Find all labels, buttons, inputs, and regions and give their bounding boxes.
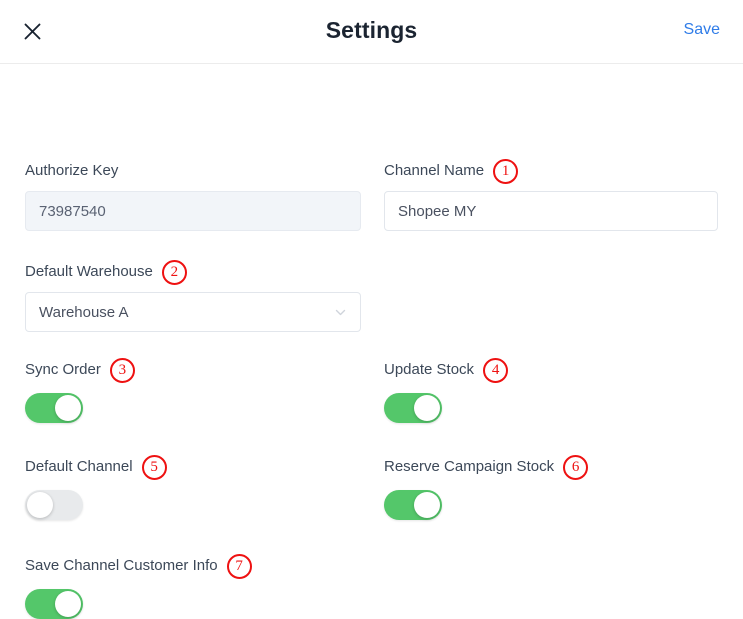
reserve-campaign-stock-toggle[interactable] [384,490,442,520]
toggle-knob [27,492,53,518]
toggle-knob [414,395,440,421]
field-update-stock: Update Stock 4 [384,357,718,423]
toggle-knob [414,492,440,518]
field-sync-order: Sync Order 3 [25,357,361,423]
save-channel-customer-info-label: Save Channel Customer Info [25,557,218,574]
annotation-marker-2: 2 [161,259,187,285]
channel-name-value: Shopee MY [398,202,477,220]
field-default-channel: Default Channel 5 [25,454,361,520]
channel-name-input[interactable]: Shopee MY [384,191,718,231]
annotation-marker-4: 4 [483,357,509,383]
default-channel-label: Default Channel [25,458,133,475]
update-stock-toggle[interactable] [384,393,442,423]
sync-order-toggle[interactable] [25,393,83,423]
sync-order-label: Sync Order [25,361,101,378]
save-channel-customer-info-toggle[interactable] [25,589,83,619]
toggle-knob [55,395,81,421]
channel-name-label: Channel Name [384,162,485,179]
field-label-row: Sync Order 3 [25,357,361,383]
field-authorize-key: Authorize Key 73987540 [25,160,361,231]
default-warehouse-select[interactable]: Warehouse A [25,292,361,332]
annotation-marker-3: 3 [109,357,135,383]
field-label-row: Update Stock 4 [384,357,718,383]
authorize-key-value: 73987540 [39,202,106,220]
field-channel-name: Channel Name 1 Shopee MY [384,158,718,231]
default-channel-toggle[interactable] [25,490,83,520]
field-label-row: Channel Name 1 [384,158,718,184]
field-label-row: Authorize Key [25,160,361,182]
save-button[interactable]: Save [684,21,720,39]
authorize-key-input[interactable]: 73987540 [25,191,361,231]
default-warehouse-label: Default Warehouse [25,263,153,280]
chevron-down-icon [334,306,347,319]
reserve-campaign-stock-label: Reserve Campaign Stock [384,458,555,475]
annotation-marker-7: 7 [226,553,252,579]
field-reserve-campaign-stock: Reserve Campaign Stock 6 [384,454,718,520]
authorize-key-label: Authorize Key [25,162,119,179]
annotation-marker-5: 5 [141,454,167,480]
default-warehouse-value: Warehouse A [39,303,129,321]
annotation-marker-6: 6 [563,454,589,480]
field-label-row: Default Channel 5 [25,454,361,480]
update-stock-label: Update Stock [384,361,475,378]
toggle-knob [55,591,81,617]
field-label-row: Reserve Campaign Stock 6 [384,454,718,480]
annotation-marker-1: 1 [493,158,519,184]
field-label-row: Default Warehouse 2 [25,259,361,285]
field-default-warehouse: Default Warehouse 2 Warehouse A [25,259,361,332]
field-label-row: Save Channel Customer Info 7 [25,553,445,579]
page-title: Settings [325,17,418,43]
field-save-channel-customer-info: Save Channel Customer Info 7 [25,553,445,619]
dialog-header: Settings Save [0,0,743,64]
